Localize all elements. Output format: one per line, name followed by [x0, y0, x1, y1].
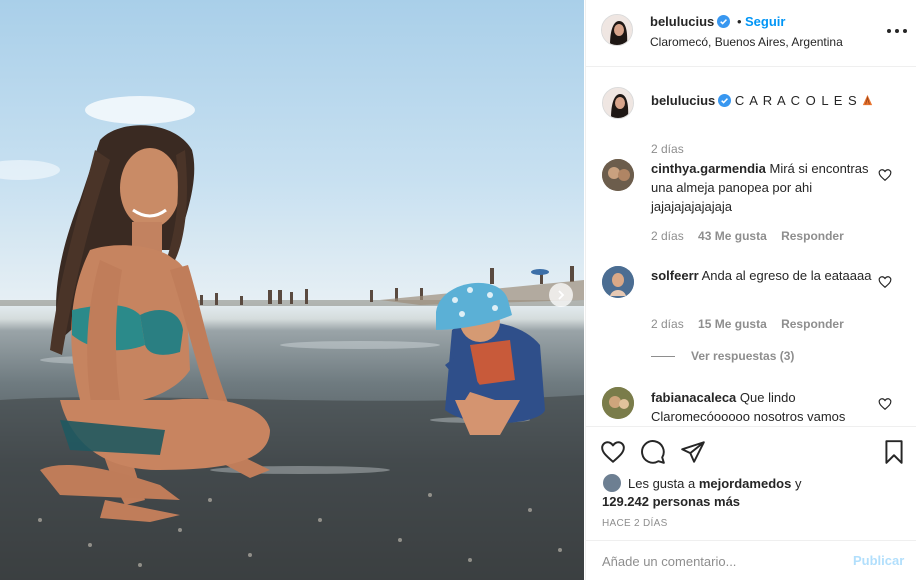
caption-avatar-image — [603, 88, 633, 118]
post-timestamp[interactable]: HACE 2 DÍAS — [602, 518, 668, 529]
comment-time: 2 días — [651, 317, 684, 331]
publish-button[interactable]: Publicar — [853, 553, 904, 568]
post-header: belulucius • Seguir Claromecó, Buenos Ai… — [586, 0, 916, 67]
author-username[interactable]: belulucius — [650, 14, 731, 29]
liker-username[interactable]: mejordamedos — [699, 476, 791, 491]
view-replies-button[interactable]: Ver respuestas (3) — [651, 349, 794, 363]
reply-button[interactable]: Responder — [781, 317, 844, 331]
comment-username[interactable]: solfeerr — [651, 268, 699, 283]
caption-avatar[interactable] — [602, 87, 634, 119]
comment-like-heart-icon[interactable] — [878, 168, 892, 182]
commenter-avatar[interactable] — [602, 387, 634, 419]
more-options-icon[interactable] — [887, 21, 907, 41]
post-actions: Les gusta a mejordamedos y 129.242 perso… — [586, 426, 916, 544]
add-comment-bar: Publicar — [586, 540, 916, 580]
commenter-avatar-image — [602, 159, 634, 191]
heart-icon[interactable] — [600, 439, 626, 465]
post-location[interactable]: Claromecó, Buenos Aires, Argentina — [650, 35, 843, 49]
comment-icon[interactable] — [640, 439, 666, 465]
commenter-avatar[interactable] — [602, 159, 634, 191]
likes-connector: y — [794, 476, 802, 491]
comment-input[interactable] — [602, 551, 832, 571]
header-separator: • — [737, 14, 742, 29]
comment-meta: 2 días 43 Me gusta Responder — [651, 229, 855, 243]
shell-emoji-icon — [863, 94, 873, 106]
post-side-panel: belulucius • Seguir Claromecó, Buenos Ai… — [585, 0, 916, 580]
caption-body: belulucius C A R A C O L E S — [651, 91, 879, 110]
likes-summary: Les gusta a mejordamedos y 129.242 perso… — [602, 473, 902, 511]
share-icon[interactable] — [680, 439, 706, 465]
view-replies-line — [651, 356, 675, 358]
comment-time: 2 días — [651, 229, 684, 243]
author-avatar-image — [602, 15, 632, 45]
comment-text: Anda al egreso de la eataaaa — [701, 268, 872, 283]
commenter-avatar[interactable] — [602, 266, 634, 298]
commenter-avatar-image — [602, 387, 634, 419]
comment-username[interactable]: cinthya.garmendia — [651, 161, 766, 176]
author-avatar[interactable] — [601, 14, 633, 46]
comment-like-count[interactable]: 43 Me gusta — [698, 229, 767, 243]
caption-time: 2 días — [651, 142, 684, 156]
comments-list[interactable]: belulucius C A R A C O L E S 2 días cint… — [586, 68, 916, 426]
comment-like-count[interactable]: 15 Me gusta — [698, 317, 767, 331]
next-arrow-icon — [558, 290, 565, 300]
comment-body: solfeerr Anda al egreso de la eataaaa — [651, 266, 879, 285]
reply-button[interactable]: Responder — [781, 229, 844, 243]
view-replies-label[interactable]: Ver respuestas (3) — [691, 349, 794, 363]
likes-count[interactable]: 129.242 personas más — [602, 494, 740, 509]
follow-button[interactable]: Seguir — [745, 14, 785, 29]
comment-body: fabianacaleca Que lindo Claromecóooooo n… — [651, 388, 879, 426]
comment-meta: 2 días 15 Me gusta Responder — [651, 317, 855, 331]
verified-badge-icon — [718, 94, 732, 107]
caption-username[interactable]: belulucius — [651, 93, 715, 108]
caption-text: C A R A C O L E S — [734, 93, 858, 108]
save-icon[interactable] — [881, 439, 907, 465]
commenter-avatar-image — [602, 266, 634, 298]
beach-scene — [0, 96, 584, 580]
comment-like-heart-icon[interactable] — [878, 397, 892, 411]
comment-like-heart-icon[interactable] — [878, 275, 892, 289]
author-username-text[interactable]: belulucius — [650, 14, 714, 29]
comment-username[interactable]: fabianacaleca — [651, 390, 736, 405]
post-photo[interactable] — [0, 0, 584, 580]
likes-prefix: Les gusta a — [628, 476, 696, 491]
liker-avatar[interactable] — [602, 473, 622, 493]
comment-body: cinthya.garmendia Mirá si encontras una … — [651, 159, 879, 216]
next-photo-button[interactable] — [549, 283, 573, 307]
verified-badge-icon — [717, 15, 731, 28]
